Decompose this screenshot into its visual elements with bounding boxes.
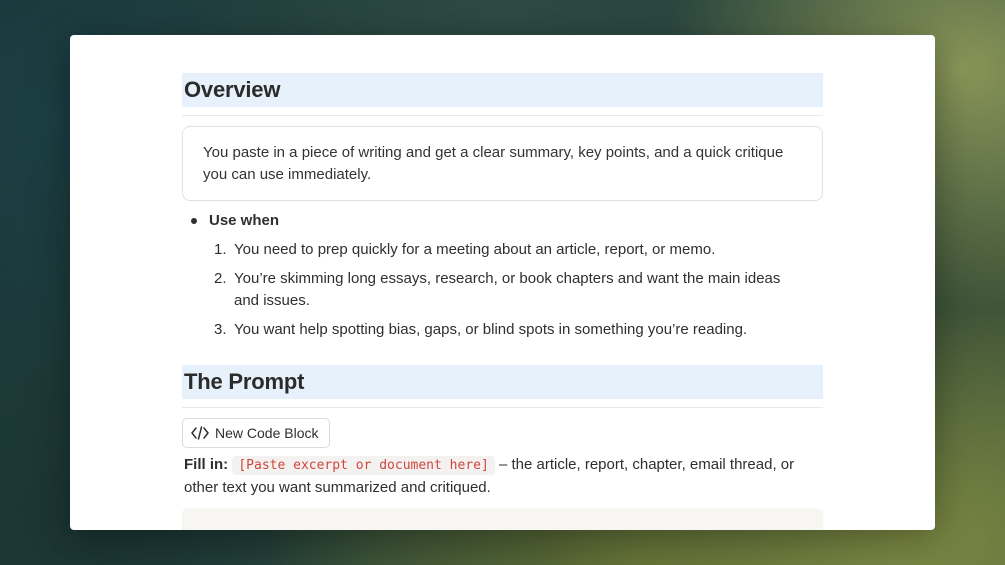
heading-divider [182,115,823,116]
list-item-number: 3. [214,321,227,338]
document-window: Overview You paste in a piece of writing… [70,35,935,530]
prompt-section: The Prompt New Code Block Fill in: [Past… [182,365,823,530]
overview-heading: Overview [182,73,823,107]
list-item-text: You’re skimming long essays, research, o… [234,270,781,309]
list-item: 1. You need to prep quickly for a meetin… [182,239,823,261]
list-item-number: 2. [214,270,227,287]
fill-in-placeholder-code: [Paste excerpt or document here] [232,456,495,475]
fill-in-paragraph: Fill in: [Paste excerpt or document here… [182,454,823,499]
list-item: 3. You want help spotting bias, gaps, or… [182,319,823,341]
list-item-text: You want help spotting bias, gaps, or bl… [234,321,748,338]
use-when-list: 1. You need to prep quickly for a meetin… [182,239,823,341]
use-when-bullet: Use when [182,210,823,232]
list-item-text: You need to prep quickly for a meeting a… [234,241,716,258]
document-content: Overview You paste in a piece of writing… [182,73,823,530]
list-item: 2. You’re skimming long essays, research… [182,268,823,312]
new-code-block-label: New Code Block [215,425,319,441]
fill-in-label: Fill in: [184,456,229,473]
new-code-block-button[interactable]: New Code Block [182,418,330,448]
prompt-heading: The Prompt [182,365,823,399]
heading-divider [182,407,823,408]
bullet-dot-icon [191,218,197,224]
code-block-area[interactable] [182,508,823,530]
callout-text: You paste in a piece of writing and get … [203,144,784,183]
code-brackets-icon [191,426,209,440]
list-item-number: 1. [214,241,227,258]
use-when-label: Use when [209,212,280,229]
overview-callout[interactable]: You paste in a piece of writing and get … [182,126,823,201]
